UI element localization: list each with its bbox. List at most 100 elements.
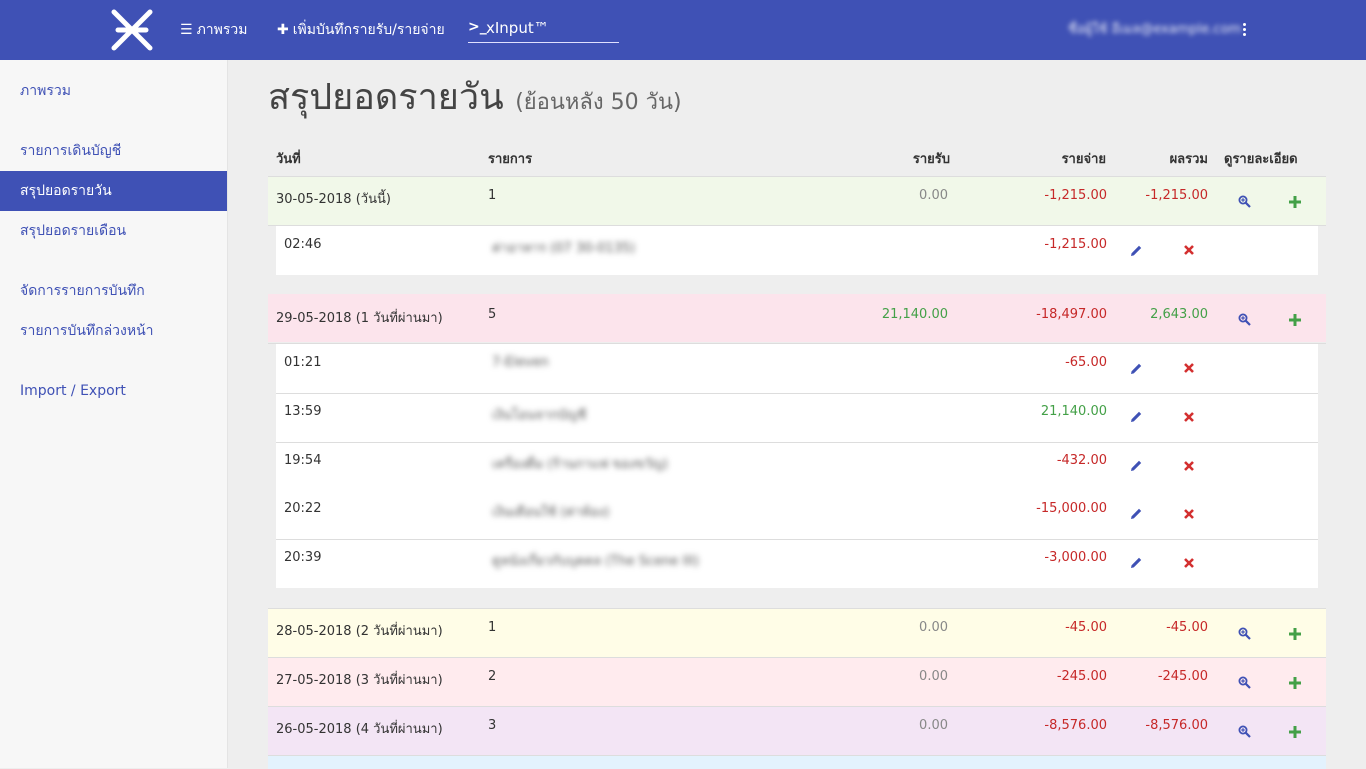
zoom-in-icon[interactable] xyxy=(1238,725,1251,738)
day-income: 0.00 xyxy=(919,620,948,635)
sidebar-item-overview[interactable]: ภาพรวม xyxy=(0,71,227,111)
day-income: 21,140.00 xyxy=(881,307,948,322)
day-date-value: 27-05-2018 xyxy=(276,673,352,688)
sidebar: ภาพรวม รายการเดินบัญชี สรุปยอดรายวัน สรุ… xyxy=(0,60,228,768)
day-total: -8,576.00 xyxy=(1145,718,1208,733)
sidebar-item-scheduled-entries[interactable]: รายการบันทึกล่วงหน้า xyxy=(0,311,227,351)
entry-amount: -15,000.00 xyxy=(1036,501,1107,516)
delete-icon[interactable] xyxy=(1184,461,1194,471)
user-name[interactable]: ชื่อผู้ใช้ อีเมล@example.com xyxy=(1068,0,1241,60)
day-item-count: 1 xyxy=(488,188,497,203)
delete-icon[interactable] xyxy=(1184,412,1194,422)
day-total: -1,215.00 xyxy=(1145,188,1208,203)
entry-description: เงินเดือนใช้ (ค่าห้อง) xyxy=(492,505,610,520)
page-title-text: สรุปยอดรายวัน xyxy=(268,77,504,118)
edit-pencil-icon[interactable] xyxy=(1130,410,1143,423)
day-date: 27-05-2018 (3 วันที่ผ่านมา) xyxy=(276,669,443,690)
entry-amount: -1,215.00 xyxy=(1044,237,1107,252)
day-detail-panel: 02:46 ค่าอาหาร (07 30-0135) -1,215.00 xyxy=(276,226,1318,275)
day-income: 0.00 xyxy=(919,188,948,203)
entry-time: 13:59 xyxy=(284,404,322,419)
entry-description: 7-Eleven xyxy=(492,355,549,370)
sidebar-item-import-export[interactable]: Import / Export xyxy=(0,371,227,411)
day-item-count: 1 xyxy=(488,620,497,635)
day-date: 29-05-2018 (1 วันที่ผ่านมา) xyxy=(276,307,443,328)
column-header-date: วันที่ xyxy=(276,152,301,167)
add-entry-icon[interactable] xyxy=(1289,726,1301,738)
sidebar-item-transactions[interactable]: รายการเดินบัญชี xyxy=(0,131,227,171)
day-date-value: 26-05-2018 xyxy=(276,722,352,737)
page-subtitle: (ย้อนหลัง 50 วัน) xyxy=(515,90,682,115)
day-relative: (4 วันที่ผ่านมา) xyxy=(355,722,443,737)
zoom-in-icon[interactable] xyxy=(1238,627,1251,640)
add-entry-icon[interactable] xyxy=(1289,314,1301,326)
terminal-icon: >_ xyxy=(468,19,487,35)
day-summary-row xyxy=(268,755,1326,769)
zoom-in-icon[interactable] xyxy=(1238,313,1251,326)
top-navbar: ☰ภาพรวม ✚เพิ่มบันทึกรายรับ/รายจ่าย >_ ชื… xyxy=(0,0,1366,60)
day-total: -45.00 xyxy=(1166,620,1208,635)
add-entry-icon[interactable] xyxy=(1289,677,1301,689)
column-header-income: รายรับ xyxy=(912,152,950,167)
list-icon: ☰ xyxy=(180,22,193,38)
day-date-value: 30-05-2018 xyxy=(276,192,352,207)
day-relative: (3 วันที่ผ่านมา) xyxy=(355,673,443,688)
edit-pencil-icon[interactable] xyxy=(1130,362,1143,375)
xinput-field[interactable] xyxy=(486,18,616,38)
nav-overview-link[interactable]: ☰ ภาพรวม xyxy=(180,0,248,60)
more-vert-icon[interactable] xyxy=(1241,22,1247,38)
day-summary-row: 26-05-2018 (4 วันที่ผ่านมา) 3 0.00 -8,57… xyxy=(268,706,1326,755)
delete-icon[interactable] xyxy=(1184,363,1194,373)
nav-add-label: เพิ่มบันทึกรายรับ/รายจ่าย xyxy=(292,22,445,38)
delete-icon[interactable] xyxy=(1184,245,1194,255)
day-expense: -45.00 xyxy=(1065,620,1107,635)
entry-description: ค่าอาหาร (07 30-0135) xyxy=(492,241,636,256)
day-item-count: 3 xyxy=(488,718,497,733)
xinput-box: >_ xyxy=(468,16,619,43)
day-expense: -1,215.00 xyxy=(1044,188,1107,203)
day-summary-row: 27-05-2018 (3 วันที่ผ่านมา) 2 0.00 -245.… xyxy=(268,657,1326,706)
day-item-count: 2 xyxy=(488,669,497,684)
edit-pencil-icon[interactable] xyxy=(1130,556,1143,569)
day-date-value: 28-05-2018 xyxy=(276,624,352,639)
sidebar-item-manage-entries[interactable]: จัดการรายการบันทึก xyxy=(0,271,227,311)
entry-amount: -65.00 xyxy=(1065,355,1107,370)
add-entry-icon[interactable] xyxy=(1289,628,1301,640)
page-title: สรุปยอดรายวัน (ย้อนหลัง 50 วัน) xyxy=(268,68,682,125)
edit-pencil-icon[interactable] xyxy=(1130,459,1143,472)
day-income: 0.00 xyxy=(919,718,948,733)
zoom-in-icon[interactable] xyxy=(1238,676,1251,689)
column-header-total: ผลรวม xyxy=(1169,152,1208,167)
entry-time: 20:39 xyxy=(284,550,322,565)
column-header-item: รายการ xyxy=(488,152,533,167)
entry-row: 13:59 เงินโอนจากบัญชี 21,140.00 xyxy=(276,393,1318,443)
main-content: สรุปยอดรายวัน (ย้อนหลัง 50 วัน) วันที่ ร… xyxy=(228,60,1366,769)
edit-pencil-icon[interactable] xyxy=(1130,507,1143,520)
day-detail-panel: 01:21 7-Eleven -65.00 13:59 เงินโอนจากบั… xyxy=(276,344,1318,588)
entry-description: เครื่องดื่ม (ร้านกาแฟ ของขวัญ) xyxy=(492,457,668,472)
column-header-expense: รายจ่าย xyxy=(1061,152,1106,167)
entry-amount: -3,000.00 xyxy=(1044,550,1107,565)
entry-amount: 21,140.00 xyxy=(1040,404,1107,419)
zoom-in-icon[interactable] xyxy=(1238,195,1251,208)
day-date: 30-05-2018 (วันนี้) xyxy=(276,188,391,209)
plus-icon: ✚ xyxy=(277,22,289,38)
day-total: -245.00 xyxy=(1157,669,1208,684)
day-expense: -8,576.00 xyxy=(1044,718,1107,733)
day-relative: (1 วันที่ผ่านมา) xyxy=(355,311,443,326)
day-total: 2,643.00 xyxy=(1150,307,1208,322)
nav-add-entry-link[interactable]: ✚ เพิ่มบันทึกรายรับ/รายจ่าย xyxy=(277,0,445,60)
entry-row: 02:46 ค่าอาหาร (07 30-0135) -1,215.00 xyxy=(276,226,1318,275)
delete-icon[interactable] xyxy=(1184,558,1194,568)
sidebar-item-daily-summary[interactable]: สรุปยอดรายวัน xyxy=(0,171,227,211)
day-expense: -18,497.00 xyxy=(1036,307,1107,322)
app-logo[interactable] xyxy=(108,8,156,52)
edit-pencil-icon[interactable] xyxy=(1130,244,1143,257)
entry-time: 19:54 xyxy=(284,453,322,468)
entry-amount: -432.00 xyxy=(1056,453,1107,468)
day-relative: (2 วันที่ผ่านมา) xyxy=(355,624,443,639)
delete-icon[interactable] xyxy=(1184,509,1194,519)
entry-time: 01:21 xyxy=(284,355,322,370)
sidebar-item-monthly-summary[interactable]: สรุปยอดรายเดือน xyxy=(0,211,227,251)
add-entry-icon[interactable] xyxy=(1289,196,1301,208)
